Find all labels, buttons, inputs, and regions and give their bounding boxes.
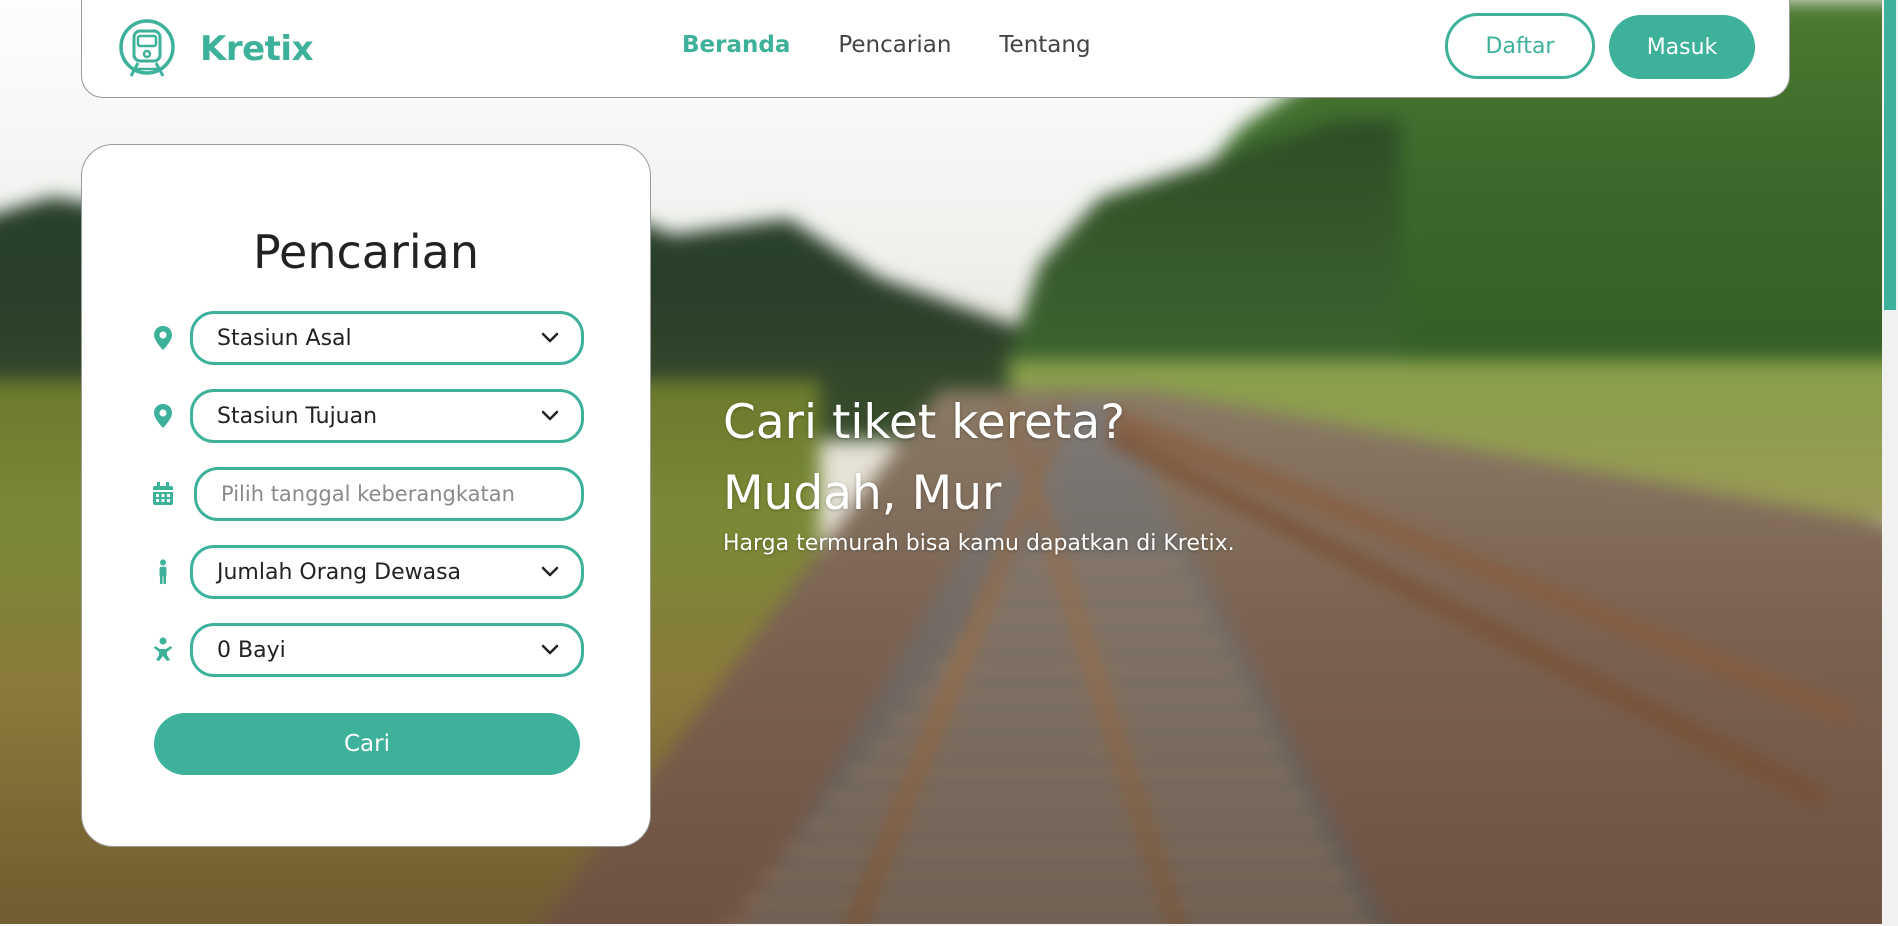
adult-count-value: Jumlah Orang Dewasa — [217, 559, 462, 585]
infant-count-value: 0 Bayi — [217, 637, 286, 663]
origin-station-select[interactable]: Stasiun Asal — [190, 311, 584, 365]
chevron-down-icon — [541, 566, 559, 577]
brand-name: Kretix — [200, 29, 314, 69]
infants-row: 0 Bayi — [150, 623, 584, 677]
adults-row: Jumlah Orang Dewasa — [150, 545, 584, 599]
origin-row: Stasiun Asal — [150, 311, 584, 365]
origin-station-value: Stasiun Asal — [217, 325, 352, 351]
nav-link-beranda[interactable]: Beranda — [682, 32, 790, 58]
destination-station-value: Stasiun Tujuan — [217, 403, 378, 429]
navbar: Kretix Beranda Pencarian Tentang Daftar … — [81, 0, 1790, 98]
hero-subtitle: Harga termurah bisa kamu dapatkan di Kre… — [723, 531, 1235, 556]
date-row — [150, 467, 584, 521]
hero-headline: Cari tiket kereta? — [723, 395, 1126, 450]
destination-station-select[interactable]: Stasiun Tujuan — [190, 389, 584, 443]
brand[interactable]: Kretix — [118, 18, 314, 80]
register-button[interactable]: Daftar — [1445, 13, 1595, 79]
search-button[interactable]: Cari — [154, 713, 580, 775]
calendar-icon — [150, 479, 176, 509]
baby-icon — [150, 635, 176, 665]
map-pin-icon — [150, 401, 176, 431]
nav-link-tentang[interactable]: Tentang — [999, 32, 1090, 58]
hero-text: Cari tiket kereta? Mudah, Mur Harga term… — [723, 395, 1235, 556]
nav-links: Beranda Pencarian Tentang — [682, 32, 1091, 58]
train-icon — [119, 19, 175, 77]
chevron-down-icon — [541, 644, 559, 655]
login-button[interactable]: Masuk — [1609, 15, 1755, 79]
chevron-down-icon — [541, 332, 559, 343]
map-pin-icon — [150, 323, 176, 353]
nav-link-pencarian[interactable]: Pencarian — [838, 32, 951, 58]
search-title: Pencarian — [252, 225, 480, 279]
search-card: Pencarian Stasiun Asal Stasiun Tujuan Pi… — [81, 144, 651, 847]
chevron-down-icon — [541, 410, 559, 421]
scrollbar-thumb[interactable] — [1884, 0, 1896, 310]
destination-row: Stasiun Tujuan — [150, 389, 584, 443]
person-icon — [150, 557, 176, 587]
hero-typing-text: Mudah, Mur — [723, 466, 1002, 521]
adult-count-select[interactable]: Jumlah Orang Dewasa — [190, 545, 584, 599]
infant-count-select[interactable]: 0 Bayi — [190, 623, 584, 677]
departure-date-input[interactable] — [194, 467, 584, 521]
scrollbar[interactable] — [1882, 0, 1898, 926]
